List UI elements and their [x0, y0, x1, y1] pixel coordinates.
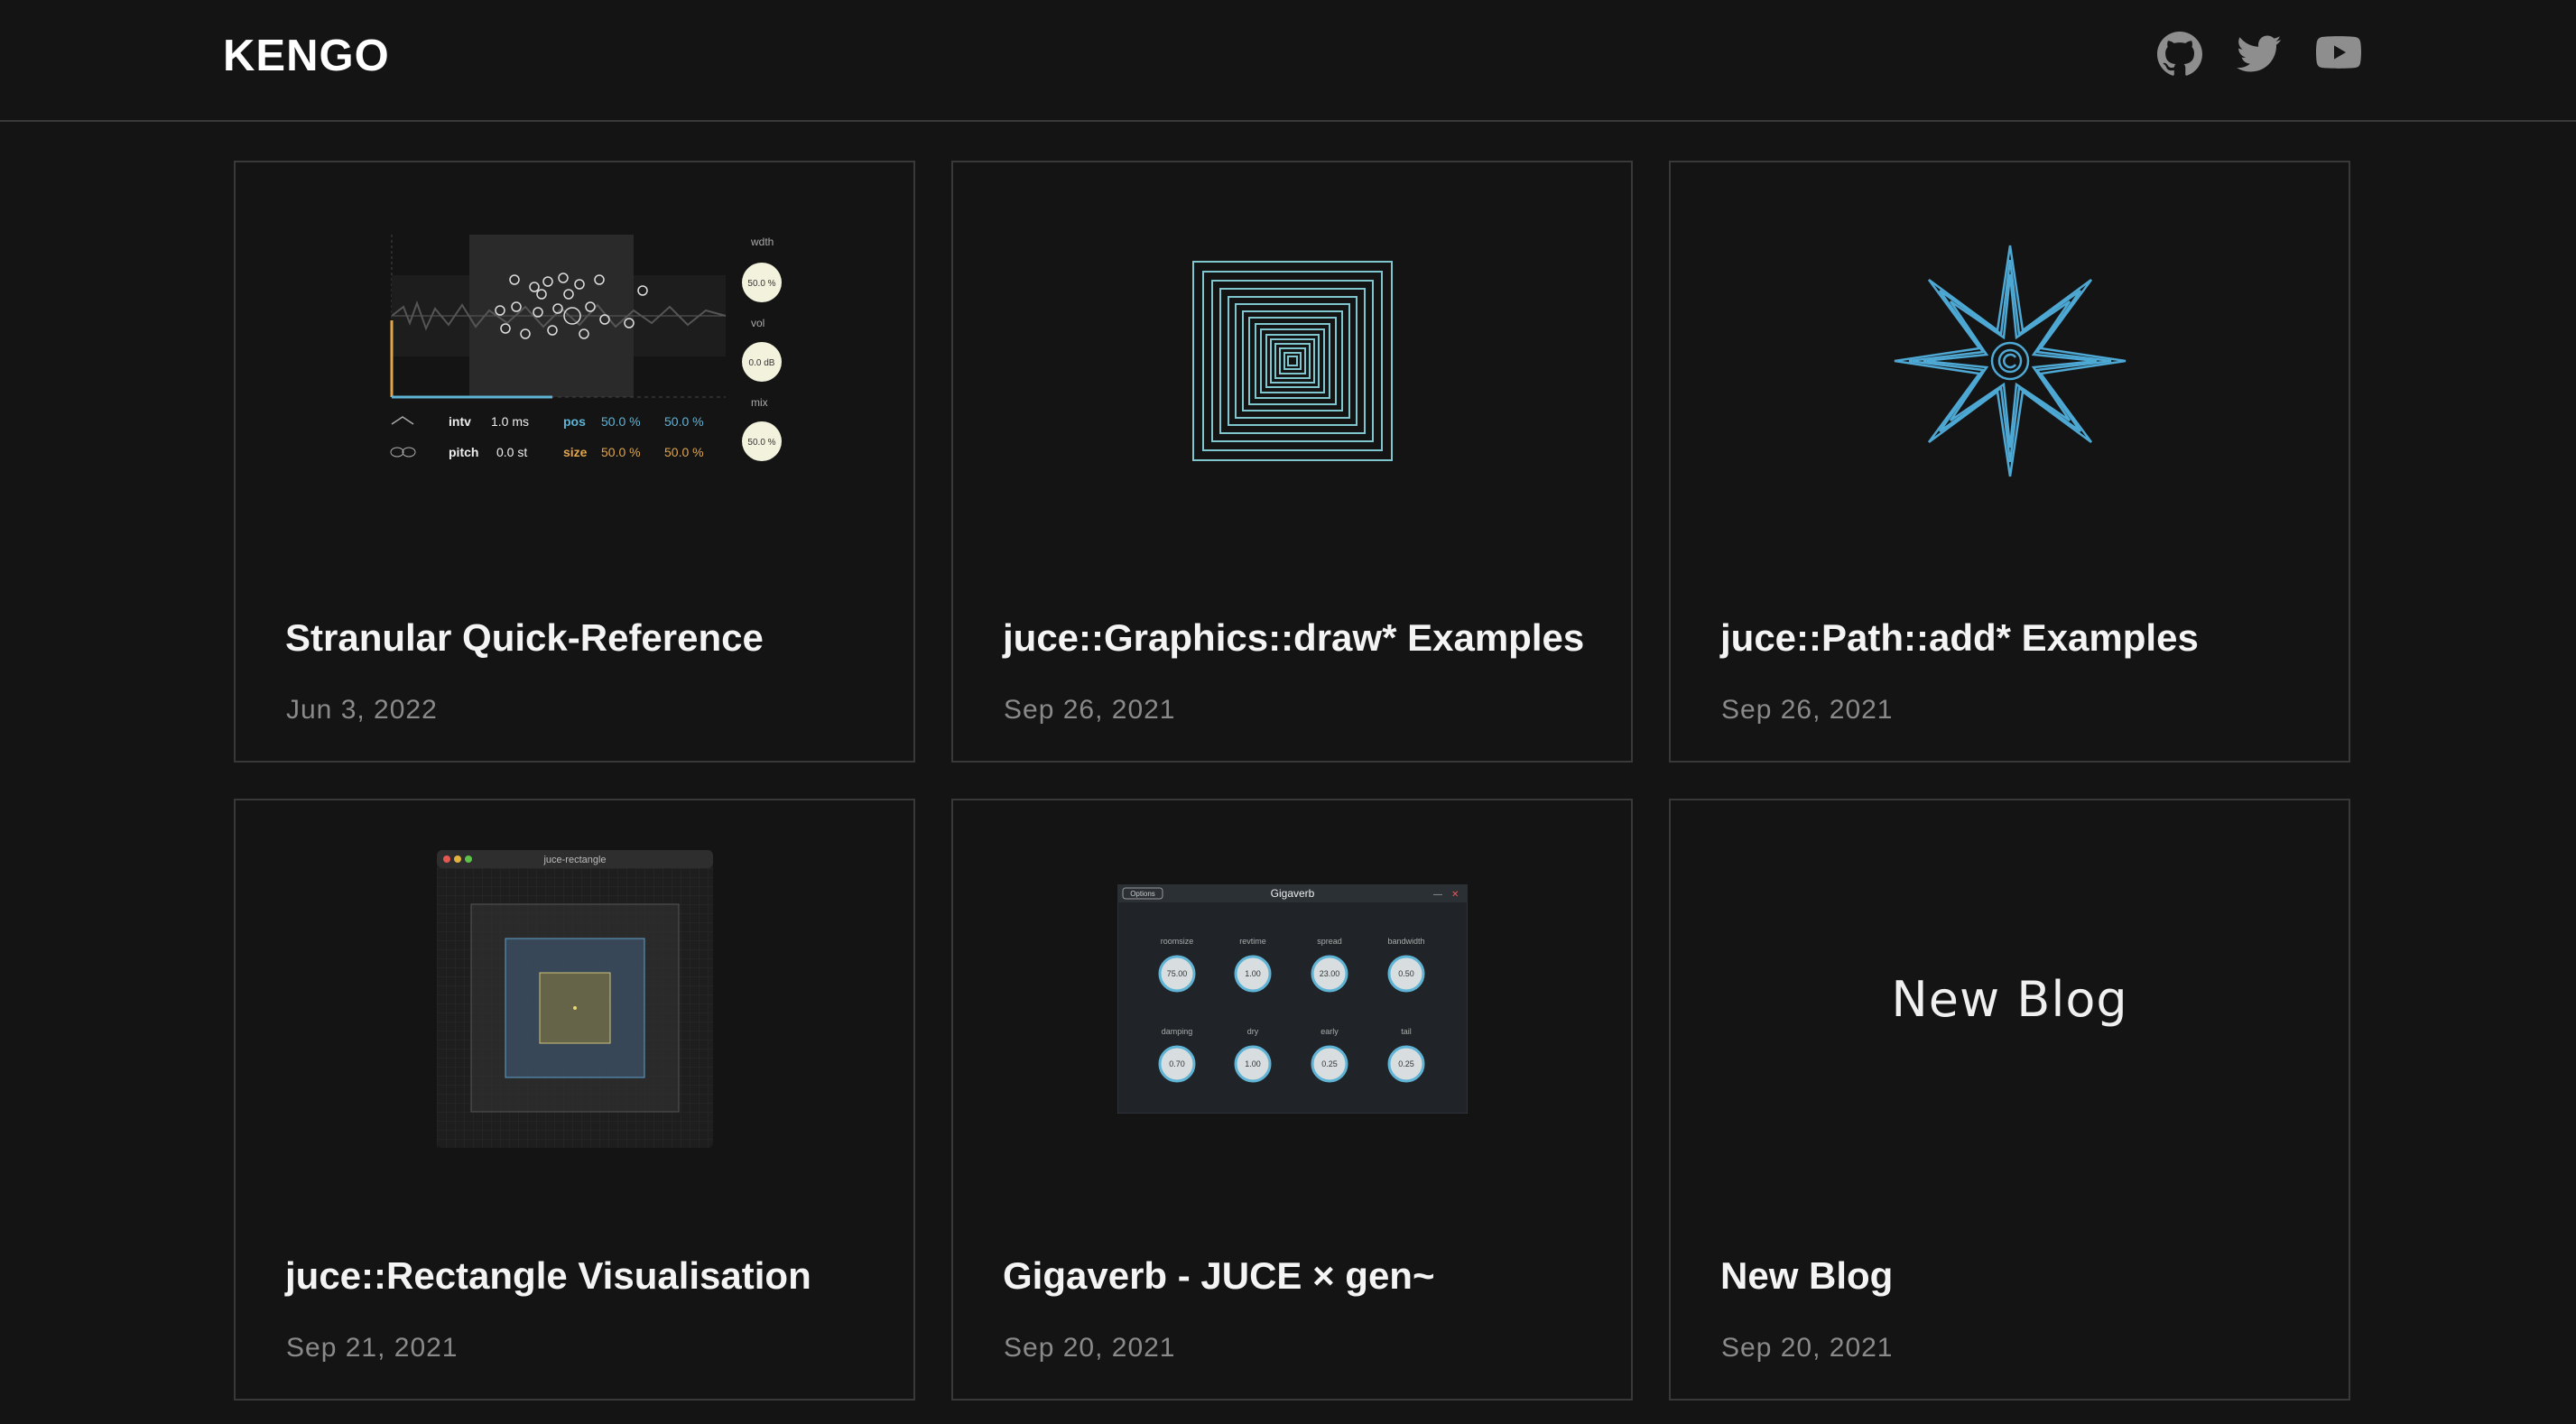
svg-text:size: size	[563, 445, 588, 459]
svg-text:Gigaverb: Gigaverb	[1270, 887, 1314, 900]
rectangle-window-image: juce-rectangle	[436, 850, 713, 1148]
svg-text:1.0 ms: 1.0 ms	[491, 414, 529, 429]
svg-text:50.0 %: 50.0 %	[747, 438, 775, 448]
svg-text:0.70: 0.70	[1169, 1059, 1185, 1068]
post-card[interactable]: Options Gigaverb — ✕ roomsize revtime sp…	[951, 799, 1633, 1401]
svg-text:wdth: wdth	[750, 236, 774, 248]
svg-text:vol: vol	[751, 317, 764, 329]
post-thumbnail: juce-rectangle	[236, 800, 913, 1197]
github-link[interactable]	[2157, 32, 2202, 77]
svg-text:intv: intv	[449, 414, 471, 429]
svg-text:juce-rectangle: juce-rectangle	[542, 855, 606, 865]
post-title[interactable]: Gigaverb - JUCE × gen~	[1003, 1254, 1435, 1298]
svg-text:roomsize: roomsize	[1160, 937, 1193, 946]
github-icon	[2157, 32, 2202, 76]
svg-text:75.00: 75.00	[1166, 969, 1187, 978]
svg-text:0.25: 0.25	[1321, 1059, 1338, 1068]
svg-text:1.00: 1.00	[1245, 1059, 1261, 1068]
svg-text:spread: spread	[1317, 937, 1342, 946]
post-thumbnail: Options Gigaverb — ✕ roomsize revtime sp…	[953, 800, 1631, 1197]
svg-text:Options: Options	[1130, 890, 1155, 898]
svg-text:bandwidth: bandwidth	[1387, 937, 1424, 946]
post-card[interactable]: New Blog New Blog Sep 20, 2021	[1669, 799, 2350, 1401]
post-title[interactable]: juce::Graphics::draw* Examples	[1003, 616, 1584, 660]
svg-text:—: —	[1433, 890, 1442, 900]
svg-text:50.0 %: 50.0 %	[747, 279, 775, 289]
svg-text:0.50: 0.50	[1398, 969, 1414, 978]
svg-text:50.0 %: 50.0 %	[664, 414, 704, 429]
svg-text:1.00: 1.00	[1245, 969, 1261, 978]
twitter-icon	[2237, 35, 2282, 72]
svg-text:50.0 %: 50.0 %	[601, 445, 641, 459]
site-header: KENGO	[0, 0, 2576, 122]
post-thumbnail: wdth 50.0 % vol 0.0 dB mix 50.0 % intv 1…	[236, 162, 913, 559]
post-title[interactable]: juce::Rectangle Visualisation	[285, 1254, 811, 1298]
nested-squares-image	[1191, 261, 1393, 461]
post-card[interactable]: juce-rectangle juce::Rectangle Visualisa…	[234, 799, 915, 1401]
post-date: Sep 26, 2021	[1721, 695, 1894, 725]
svg-text:0.0 st: 0.0 st	[496, 445, 527, 459]
gigaverb-ui-image: Options Gigaverb — ✕ roomsize revtime sp…	[1117, 884, 1468, 1114]
svg-text:✕: ✕	[1451, 890, 1459, 900]
thumbnail-text: New Blog	[1891, 970, 2128, 1028]
post-card[interactable]: wdth 50.0 % vol 0.0 dB mix 50.0 % intv 1…	[234, 161, 915, 763]
svg-text:50.0 %: 50.0 %	[664, 445, 704, 459]
youtube-icon	[2316, 36, 2361, 69]
star-path-image	[1894, 245, 2126, 477]
svg-text:23.00: 23.00	[1319, 969, 1339, 978]
post-date: Sep 20, 2021	[1721, 1333, 1894, 1363]
post-card[interactable]: juce::Graphics::draw* Examples Sep 26, 2…	[951, 161, 1633, 763]
post-date: Sep 20, 2021	[1004, 1333, 1176, 1363]
post-thumbnail: New Blog	[1671, 800, 2349, 1197]
svg-text:mix: mix	[751, 396, 768, 409]
svg-text:tail: tail	[1401, 1027, 1412, 1036]
post-date: Sep 26, 2021	[1004, 695, 1176, 725]
post-card[interactable]: juce::Path::add* Examples Sep 26, 2021	[1669, 161, 2350, 763]
twitter-link[interactable]	[2237, 34, 2282, 74]
svg-text:pitch: pitch	[449, 445, 478, 459]
post-date: Sep 21, 2021	[286, 1333, 459, 1363]
svg-text:revtime: revtime	[1239, 937, 1266, 946]
post-thumbnail	[953, 162, 1631, 559]
svg-text:pos: pos	[563, 414, 586, 429]
svg-text:early: early	[1320, 1027, 1339, 1036]
post-title[interactable]: Stranular Quick-Reference	[285, 616, 764, 660]
svg-text:damping: damping	[1161, 1027, 1192, 1036]
svg-text:0.25: 0.25	[1398, 1059, 1414, 1068]
svg-text:dry: dry	[1246, 1027, 1258, 1036]
post-thumbnail	[1671, 162, 2349, 559]
stranular-ui-image: wdth 50.0 % vol 0.0 dB mix 50.0 % intv 1…	[390, 235, 782, 461]
site-logo[interactable]: KENGO	[223, 31, 390, 81]
svg-text:0.0 dB: 0.0 dB	[748, 358, 774, 368]
youtube-link[interactable]	[2316, 36, 2361, 69]
svg-text:50.0 %: 50.0 %	[601, 414, 641, 429]
post-title[interactable]: New Blog	[1720, 1254, 1893, 1298]
post-date: Jun 3, 2022	[286, 695, 438, 725]
post-title[interactable]: juce::Path::add* Examples	[1720, 616, 2199, 660]
